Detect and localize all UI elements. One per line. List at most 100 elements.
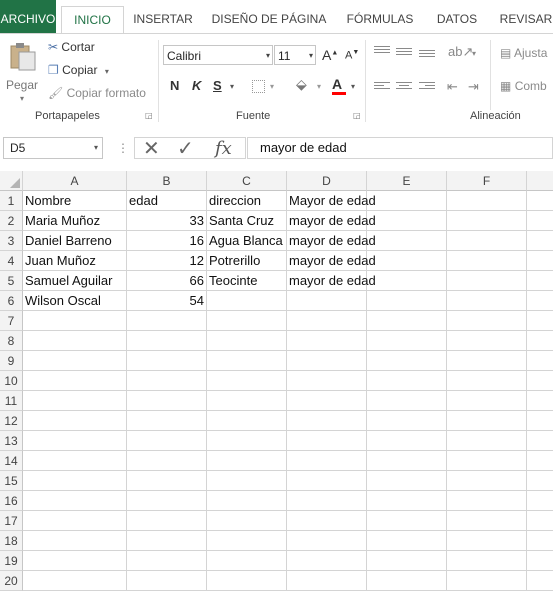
- cell[interactable]: 33: [127, 211, 207, 231]
- cell[interactable]: [23, 471, 127, 491]
- cell[interactable]: [527, 331, 553, 351]
- cell[interactable]: [447, 191, 527, 211]
- cell[interactable]: [447, 291, 527, 311]
- row-header[interactable]: 2: [0, 211, 23, 231]
- cell[interactable]: [287, 471, 367, 491]
- cell[interactable]: [447, 331, 527, 351]
- cell[interactable]: Samuel Aguilar: [23, 271, 127, 291]
- cell[interactable]: [127, 371, 207, 391]
- cell[interactable]: mayor de edad: [287, 211, 376, 231]
- cell[interactable]: [367, 191, 447, 211]
- cell[interactable]: [207, 411, 287, 431]
- cell[interactable]: [207, 391, 287, 411]
- cell[interactable]: [367, 431, 447, 451]
- cut-button[interactable]: ✂ Cortar: [48, 40, 95, 54]
- cell[interactable]: [367, 491, 447, 511]
- cell[interactable]: [287, 411, 367, 431]
- cell[interactable]: [447, 531, 527, 551]
- cell[interactable]: [23, 411, 127, 431]
- cell[interactable]: [367, 411, 447, 431]
- column-header-g[interactable]: [527, 171, 553, 191]
- cell[interactable]: [447, 411, 527, 431]
- chevron-down-icon[interactable]: ▾: [270, 82, 274, 91]
- cell[interactable]: [207, 351, 287, 371]
- column-header-c[interactable]: C: [207, 171, 287, 191]
- cell[interactable]: [207, 311, 287, 331]
- cell[interactable]: [527, 431, 553, 451]
- cell[interactable]: [447, 491, 527, 511]
- cell[interactable]: Potrerillo: [207, 251, 287, 271]
- row-header[interactable]: 8: [0, 331, 23, 351]
- cell[interactable]: [127, 411, 207, 431]
- cell[interactable]: [367, 391, 447, 411]
- cell[interactable]: [207, 431, 287, 451]
- cell[interactable]: [287, 291, 367, 311]
- tab-diseno-de-pagina[interactable]: DISEÑO DE PÁGINA: [210, 0, 328, 34]
- cell[interactable]: [367, 251, 447, 271]
- cell[interactable]: mayor de edad: [287, 271, 376, 291]
- row-header[interactable]: 14: [0, 451, 23, 471]
- cell[interactable]: [287, 451, 367, 471]
- cell[interactable]: [527, 271, 553, 291]
- row-header[interactable]: 12: [0, 411, 23, 431]
- cell[interactable]: [367, 471, 447, 491]
- cell[interactable]: [367, 551, 447, 571]
- cell[interactable]: mayor de edad: [287, 251, 376, 271]
- cell[interactable]: [207, 531, 287, 551]
- name-box[interactable]: D5 ▾: [3, 137, 103, 159]
- tab-datos[interactable]: DATOS: [433, 0, 481, 34]
- cell[interactable]: [367, 311, 447, 331]
- chevron-down-icon[interactable]: ▾: [317, 82, 321, 91]
- cell[interactable]: [367, 571, 447, 591]
- cell[interactable]: [287, 431, 367, 451]
- dialog-launcher-icon[interactable]: ◲: [353, 112, 361, 120]
- cell[interactable]: [447, 351, 527, 371]
- cell[interactable]: [23, 571, 127, 591]
- decrease-indent-icon[interactable]: ⇤: [447, 79, 458, 95]
- formula-input[interactable]: mayor de edad: [247, 137, 553, 159]
- cell[interactable]: [447, 571, 527, 591]
- paste-button[interactable]: Pegar ▾: [6, 40, 42, 103]
- align-right-icon[interactable]: [419, 82, 435, 94]
- cell[interactable]: Mayor de edad: [287, 191, 376, 211]
- row-header[interactable]: 10: [0, 371, 23, 391]
- cell[interactable]: [447, 471, 527, 491]
- row-header[interactable]: 1: [0, 191, 23, 211]
- cell[interactable]: Daniel Barreno: [23, 231, 127, 251]
- cell[interactable]: [527, 411, 553, 431]
- cell[interactable]: [207, 471, 287, 491]
- cell[interactable]: 16: [127, 231, 207, 251]
- cell[interactable]: [527, 531, 553, 551]
- cell[interactable]: [207, 511, 287, 531]
- italic-button[interactable]: K: [192, 78, 201, 93]
- cell[interactable]: [287, 391, 367, 411]
- cell[interactable]: Wilson Oscal: [23, 291, 127, 311]
- cell[interactable]: [527, 391, 553, 411]
- cell[interactable]: [23, 431, 127, 451]
- cell[interactable]: [447, 451, 527, 471]
- align-center-icon[interactable]: [396, 82, 412, 94]
- cell[interactable]: [447, 371, 527, 391]
- cell[interactable]: [207, 371, 287, 391]
- cell[interactable]: [447, 211, 527, 231]
- copy-button[interactable]: ❐ Copiar ▾: [48, 63, 109, 77]
- column-header-a[interactable]: A: [23, 171, 127, 191]
- cell[interactable]: edad: [127, 191, 207, 211]
- cell[interactable]: [367, 451, 447, 471]
- cell[interactable]: [287, 331, 367, 351]
- row-header[interactable]: 7: [0, 311, 23, 331]
- font-color-button[interactable]: A: [332, 76, 348, 95]
- row-header[interactable]: 4: [0, 251, 23, 271]
- cell[interactable]: mayor de edad: [287, 231, 376, 251]
- column-header-f[interactable]: F: [447, 171, 527, 191]
- insert-function-icon[interactable]: fx: [215, 138, 232, 159]
- cell[interactable]: [127, 451, 207, 471]
- tab-formulas[interactable]: FÓRMULAS: [343, 0, 417, 34]
- cell[interactable]: [127, 511, 207, 531]
- cell[interactable]: Teocinte: [207, 271, 287, 291]
- cell[interactable]: [127, 391, 207, 411]
- cell[interactable]: [127, 431, 207, 451]
- cell[interactable]: [527, 191, 553, 211]
- cell[interactable]: [447, 271, 527, 291]
- chevron-down-icon[interactable]: ▾: [230, 82, 234, 91]
